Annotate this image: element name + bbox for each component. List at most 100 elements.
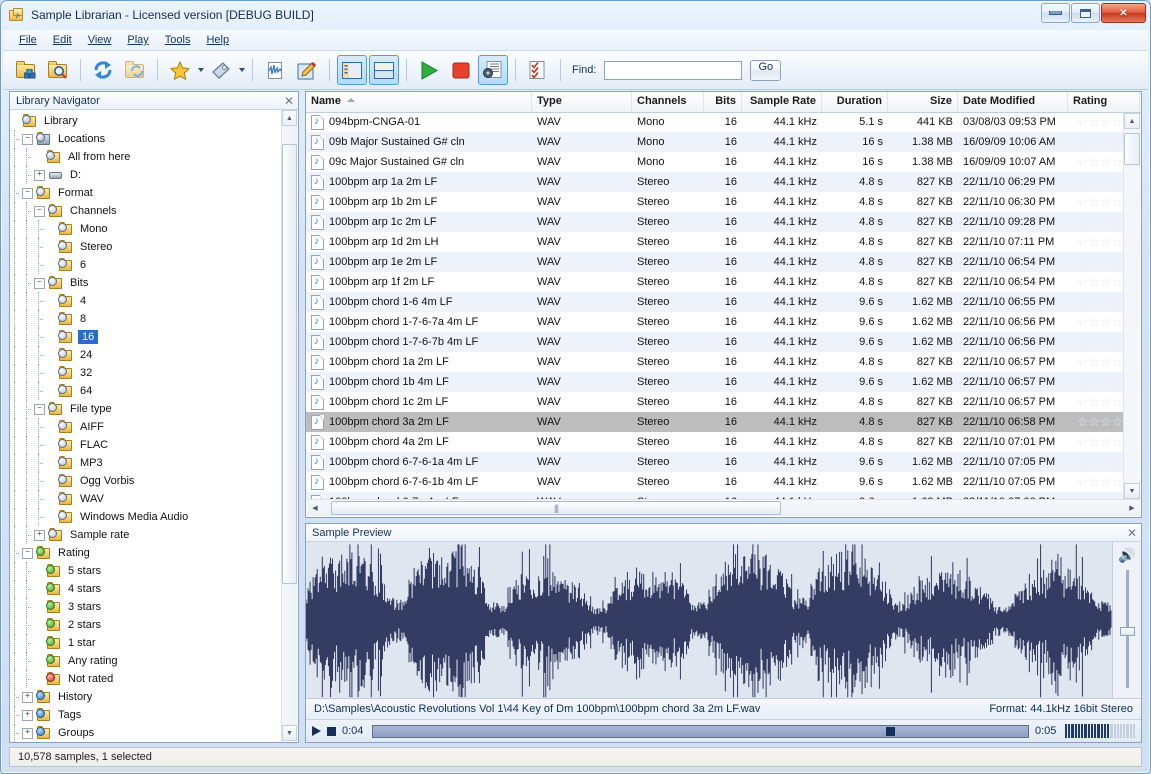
nav-item-all-from-here[interactable]: All from here	[10, 148, 298, 166]
star-icon[interactable]: ☆	[1077, 276, 1088, 288]
menu-edit[interactable]: Edit	[45, 32, 80, 48]
star-icon[interactable]: ☆	[1077, 376, 1088, 388]
star-icon[interactable]: ☆	[1112, 396, 1123, 408]
scan-folder-button[interactable]	[43, 55, 73, 85]
collapse-icon[interactable]: −	[22, 187, 33, 199]
star-icon[interactable]: ☆	[1089, 316, 1100, 328]
nav-item-6[interactable]: 6	[10, 256, 298, 274]
star-icon[interactable]: ☆	[1077, 196, 1088, 208]
nav-item-24[interactable]: 24	[10, 346, 298, 364]
scroll-thumb[interactable]	[282, 144, 297, 584]
play-button[interactable]	[414, 55, 444, 85]
rating-stars[interactable]: ☆☆☆☆☆	[1073, 236, 1124, 248]
star-icon[interactable]: ☆	[1101, 476, 1112, 488]
rating-dropdown-arrow[interactable]	[198, 68, 204, 72]
star-icon[interactable]: ☆	[1089, 196, 1100, 208]
star-icon[interactable]: ☆	[1112, 296, 1123, 308]
expand-icon[interactable]: +	[34, 169, 45, 181]
preview-close-icon[interactable]: ✕	[1127, 527, 1137, 539]
star-icon[interactable]: ☆	[1112, 316, 1123, 328]
scroll-up-arrow[interactable]: ▲	[282, 110, 297, 126]
star-icon[interactable]: ☆	[1112, 416, 1123, 428]
star-icon[interactable]: ☆	[1089, 356, 1100, 368]
list-scroll-left-arrow[interactable]: ◀	[307, 500, 323, 516]
star-icon[interactable]: ☆	[1077, 216, 1088, 228]
column-header-date-modified[interactable]: Date Modified	[958, 92, 1068, 112]
list-hscroll-track[interactable]: |||	[323, 501, 1124, 515]
column-header-sample-rate[interactable]: Sample Rate	[742, 92, 822, 112]
stop-button[interactable]	[446, 55, 476, 85]
rescan-folder-button[interactable]	[120, 55, 150, 85]
column-header-size[interactable]: Size	[888, 92, 958, 112]
star-icon[interactable]: ☆	[1077, 396, 1088, 408]
nav-item-aiff[interactable]: AIFF	[10, 418, 298, 436]
expand-icon[interactable]: +	[22, 691, 33, 703]
transport-stop-icon[interactable]	[327, 726, 336, 736]
nav-item-wav[interactable]: WAV	[10, 490, 298, 508]
nav-item-file-type[interactable]: − File type	[10, 400, 298, 418]
star-icon[interactable]: ☆	[1101, 336, 1112, 348]
star-icon[interactable]: ☆	[1077, 356, 1088, 368]
star-icon[interactable]: ☆	[1101, 276, 1112, 288]
nav-item-mp3[interactable]: MP3	[10, 454, 298, 472]
rating-stars[interactable]: ☆☆☆☆☆	[1073, 396, 1124, 408]
tag-dropdown-arrow[interactable]	[239, 68, 245, 72]
expand-icon[interactable]: +	[22, 727, 33, 739]
toggle-navigator-button[interactable]	[337, 55, 367, 85]
star-icon[interactable]: ☆	[1101, 116, 1112, 128]
volume-control[interactable]: 🔊	[1112, 542, 1141, 698]
collapse-icon[interactable]: −	[22, 547, 33, 559]
navigator-close-icon[interactable]: ✕	[284, 95, 294, 107]
star-icon[interactable]: ☆	[1112, 276, 1123, 288]
star-icon[interactable]: ☆	[1089, 176, 1100, 188]
list-scroll-right-arrow[interactable]: ▶	[1124, 500, 1140, 516]
list-hscroll-thumb[interactable]: |||	[331, 501, 781, 515]
star-icon[interactable]: ☆	[1077, 176, 1088, 188]
star-icon[interactable]: ☆	[1077, 296, 1088, 308]
star-icon[interactable]: ☆	[1089, 156, 1100, 168]
nav-item-bits[interactable]: − Bits	[10, 274, 298, 292]
nav-item-format[interactable]: − Format	[10, 184, 298, 202]
list-rows[interactable]: ♪ 094bpm-CNGA-01 WAV Mono 16 44.1 kHz 5.1 s 441…	[306, 112, 1124, 500]
star-icon[interactable]: ☆	[1089, 336, 1100, 348]
star-icon[interactable]: ☆	[1077, 436, 1088, 448]
menu-view[interactable]: View	[80, 32, 120, 48]
list-horizontal-scrollbar[interactable]: ◀ ||| ▶	[307, 499, 1140, 516]
star-icon[interactable]: ☆	[1077, 456, 1088, 468]
navigator-tree[interactable]: Library − Locations All from here + D: − Format…	[10, 110, 298, 742]
star-icon[interactable]: ☆	[1101, 156, 1112, 168]
column-header-duration[interactable]: Duration	[822, 92, 888, 112]
star-icon[interactable]: ☆	[1101, 176, 1112, 188]
nav-item-any-rating[interactable]: Any rating	[10, 652, 298, 670]
star-icon[interactable]: ☆	[1077, 336, 1088, 348]
menu-file[interactable]: File	[11, 32, 45, 48]
rating-stars[interactable]: ☆☆☆☆☆	[1073, 416, 1124, 428]
add-folder-button[interactable]	[11, 55, 41, 85]
rating-stars[interactable]: ☆☆☆☆☆	[1073, 356, 1124, 368]
nav-item-groups[interactable]: + Groups	[10, 724, 298, 742]
list-vertical-scrollbar[interactable]: ▲ ▼	[1123, 113, 1140, 499]
table-row[interactable]: ♪ 094bpm-CNGA-01 WAV Mono 16 44.1 kHz 5.1 s 441…	[306, 112, 1124, 132]
rating-stars[interactable]: ☆☆☆☆☆	[1073, 156, 1124, 168]
nav-item-64[interactable]: 64	[10, 382, 298, 400]
rating-stars[interactable]: ☆☆☆☆☆	[1073, 456, 1124, 468]
rating-stars[interactable]: ☆☆☆☆☆	[1073, 196, 1124, 208]
rating-stars[interactable]: ☆☆☆☆☆	[1073, 376, 1124, 388]
table-row[interactable]: ♪ 100bpm arp 1a 2m LF WAV Stereo 16 44.1 kHz 4…	[306, 172, 1124, 192]
star-icon[interactable]: ☆	[1077, 256, 1088, 268]
star-icon[interactable]: ☆	[1112, 476, 1123, 488]
column-header-bits[interactable]: Bits	[704, 92, 742, 112]
nav-item-not-rated[interactable]: Not rated	[10, 670, 298, 688]
nav-item-1-star[interactable]: 1 star	[10, 634, 298, 652]
star-icon[interactable]: ☆	[1112, 176, 1123, 188]
star-icon[interactable]: ☆	[1112, 456, 1123, 468]
list-scroll-up-arrow[interactable]: ▲	[1124, 113, 1140, 129]
star-icon[interactable]: ☆	[1112, 236, 1123, 248]
nav-item-mono[interactable]: Mono	[10, 220, 298, 238]
star-icon[interactable]: ☆	[1089, 296, 1100, 308]
expand-icon[interactable]: +	[22, 709, 33, 721]
star-icon[interactable]: ☆	[1101, 256, 1112, 268]
star-icon[interactable]: ☆	[1077, 136, 1088, 148]
rating-button[interactable]	[165, 55, 195, 85]
nav-item-d-[interactable]: + D:	[10, 166, 298, 184]
